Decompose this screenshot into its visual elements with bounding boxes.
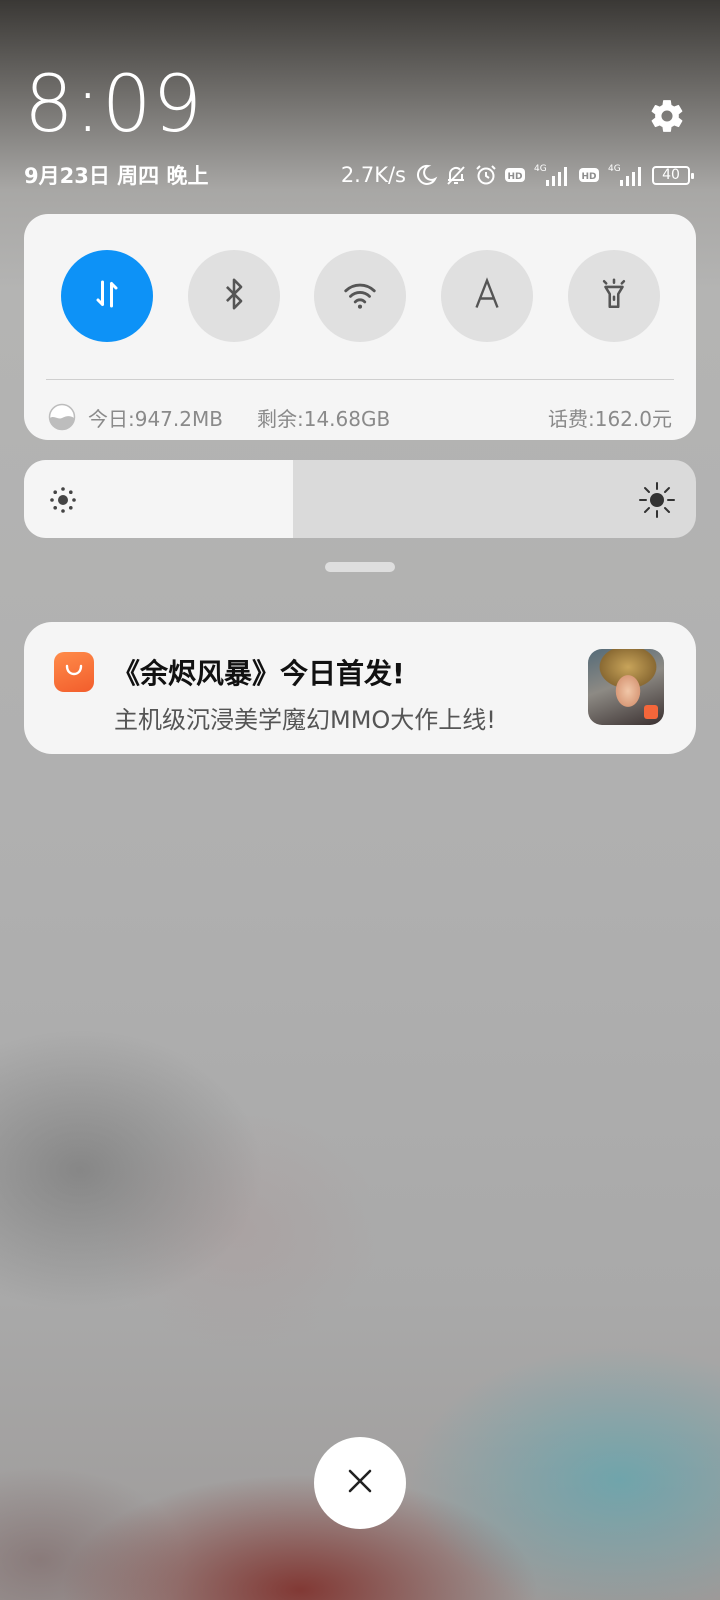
data-usage-icon: [48, 403, 76, 431]
status-bar: 2.7K/s HD 4G HD 4G 40: [340, 160, 694, 190]
bell-off-icon: [444, 163, 468, 187]
brightness-low-icon: [48, 485, 78, 515]
hd-badge-icon: HD: [578, 166, 600, 184]
signal-4g-icon: 4G: [606, 162, 646, 188]
remaining-data: 剩余:14.68GB: [256, 406, 391, 431]
hd-badge-icon: HD: [504, 166, 526, 184]
today-usage: 今日:947.2MB: [88, 406, 223, 431]
quick-settings-panel: 今日:947.2MB 剩余:14.68GB 话费:162.0元: [24, 214, 696, 440]
svg-text:4G: 4G: [608, 164, 621, 174]
svg-text:4G: 4G: [534, 164, 547, 174]
signal-4g-icon: 4G: [532, 162, 572, 188]
shopping-bag-icon: [54, 652, 94, 692]
settings-gear-icon[interactable]: [648, 97, 686, 135]
date-label: 9月23日 周四 晚上: [24, 164, 209, 188]
close-icon: [345, 1466, 375, 1500]
brightness-high-icon: [638, 481, 676, 519]
bluetooth-icon: [217, 277, 251, 315]
auto-brightness-toggle[interactable]: [441, 250, 533, 342]
flashlight-toggle[interactable]: [568, 250, 660, 342]
phone-balance: 话费:162.0元: [548, 406, 672, 431]
wifi-icon: [341, 275, 379, 317]
svg-text:HD: HD: [507, 172, 522, 182]
notification-body: 主机级沉浸美学魔幻MMO大作上线!: [114, 706, 496, 734]
mobile-data-toggle[interactable]: [61, 250, 153, 342]
brightness-slider[interactable]: [24, 460, 696, 538]
close-button[interactable]: [314, 1437, 406, 1529]
clock-time: 8:09: [24, 60, 204, 150]
data-arrows-icon: [89, 276, 125, 316]
notification-card[interactable]: 《余烬风暴》今日首发! 主机级沉浸美学魔幻MMO大作上线!: [24, 622, 696, 754]
app-badge-icon: [644, 705, 658, 719]
letter-a-icon: [469, 276, 505, 316]
divider: [46, 379, 674, 380]
bluetooth-toggle[interactable]: [188, 250, 280, 342]
notification-title: 《余烬风暴》今日首发!: [112, 657, 405, 690]
moon-icon: [414, 163, 438, 187]
alarm-clock-icon: [474, 163, 498, 187]
wifi-toggle[interactable]: [314, 250, 406, 342]
battery-indicator: 40: [652, 165, 694, 185]
svg-text:HD: HD: [581, 172, 596, 182]
data-usage-row[interactable]: 今日:947.2MB 剩余:14.68GB 话费:162.0元: [48, 400, 672, 434]
notification-thumbnail: [588, 649, 664, 725]
flashlight-icon: [597, 277, 631, 315]
network-speed: 2.7K/s: [340, 163, 406, 187]
expand-handle[interactable]: [325, 562, 395, 572]
